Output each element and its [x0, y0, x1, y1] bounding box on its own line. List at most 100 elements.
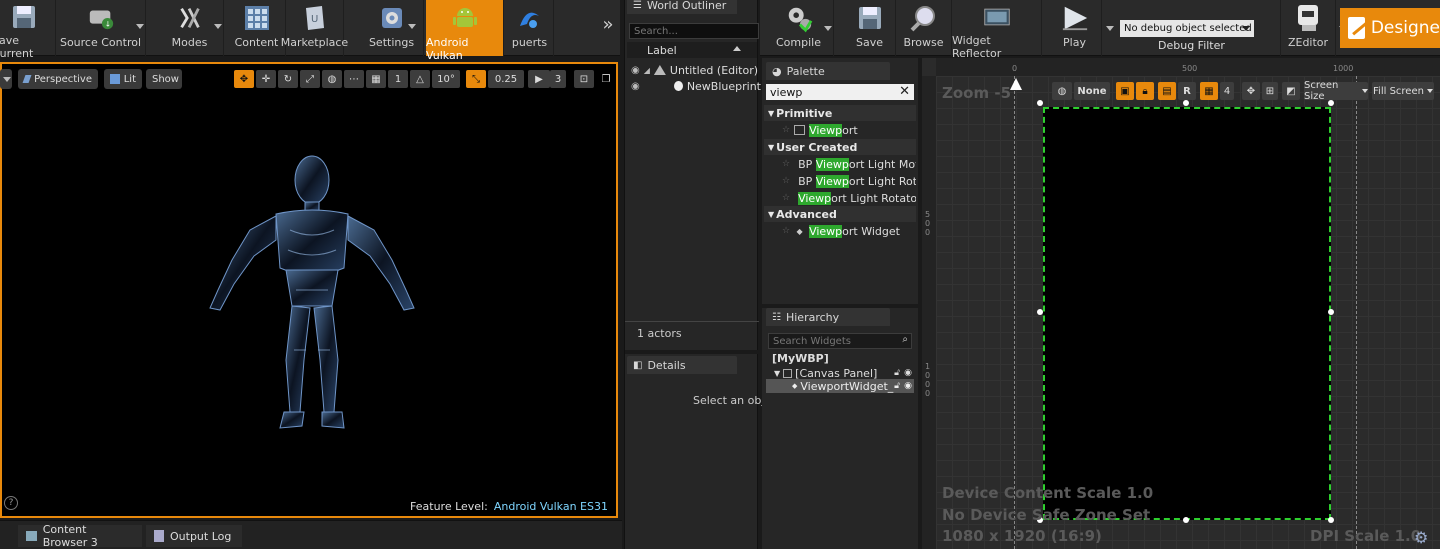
show-button[interactable]: Show — [146, 69, 182, 89]
help-icon[interactable]: ? — [4, 496, 18, 510]
layout-mode-icon[interactable]: ▤ — [1158, 82, 1176, 100]
clear-search-icon[interactable]: ✕ — [899, 84, 910, 99]
resize-handle[interactable] — [1037, 309, 1043, 315]
palette-item-viewport-light-rotator[interactable]: ☆ Viewport Light Rotator — [782, 190, 916, 206]
perspective-button[interactable]: Perspective — [18, 69, 98, 89]
hierarchy-root[interactable]: [MyWBP] — [772, 352, 829, 365]
lock-icon[interactable]: 🔓︎ — [894, 381, 900, 391]
rotation-snap-icon[interactable]: △ — [410, 70, 430, 88]
resize-handle[interactable] — [1183, 517, 1189, 523]
category-primitive[interactable]: ▼ Primitive — [764, 105, 916, 121]
respect-locks-button[interactable]: R — [1178, 82, 1196, 100]
viewport-widget-preview[interactable] — [1043, 107, 1331, 520]
scale-tool-icon[interactable]: ⤢ — [300, 70, 320, 88]
maximize-viewport-icon[interactable]: ⊡ — [574, 70, 594, 88]
palette-item-bp-viewport-light-move[interactable]: ☆ BP Viewport Light Move — [782, 156, 916, 172]
sort-ascending-icon[interactable] — [733, 46, 741, 51]
bp-save-button[interactable]: Save — [844, 0, 896, 56]
viewport-options-button[interactable] — [0, 69, 12, 89]
fit-to-screen-icon[interactable]: ✥ — [1242, 82, 1260, 100]
marketplace-button[interactable]: U Marketplace — [281, 0, 348, 56]
visibility-eye-icon[interactable]: ◉ — [904, 381, 912, 391]
dpi-settings-gear-icon[interactable]: ⚙ — [1414, 528, 1428, 547]
tab-palette[interactable]: ◕ Palette — [766, 62, 890, 80]
grid-snap-value[interactable]: 1 — [388, 70, 408, 88]
designer-mode-button[interactable]: Designe — [1340, 8, 1440, 48]
chevron-down-icon[interactable] — [408, 24, 416, 29]
hierarchy-row-canvas[interactable]: ▼ [Canvas Panel] 🔓︎ ◉ — [774, 366, 914, 380]
hierarchy-row-viewport-widget[interactable]: ◆ ViewportWidget_ 🔓︎ ◉ — [766, 379, 914, 393]
resize-handle[interactable] — [1328, 309, 1334, 315]
play-button[interactable]: Play — [1048, 0, 1114, 56]
palette-item-viewport[interactable]: ☆ Viewport — [782, 122, 916, 138]
translate-tool-icon[interactable]: ✥ — [234, 70, 254, 88]
restore-viewport-icon[interactable]: ❐ — [598, 70, 614, 88]
outliner-column-header[interactable]: Label — [627, 42, 757, 58]
designer-canvas[interactable]: 0 500 1000 500 1000 Zoom -5 ◍ None ▣ 🔒︎ … — [922, 58, 1440, 549]
content-button[interactable]: Content — [228, 0, 286, 56]
zeditor-button[interactable]: ZEditor — [1280, 0, 1347, 56]
anchor-none-button[interactable]: None — [1074, 82, 1110, 100]
fill-screen-dropdown[interactable]: Fill Screen — [1372, 82, 1434, 100]
outliner-row[interactable]: ◉ ◢ Untitled (Editor) — [631, 62, 761, 78]
widget-reflector-button[interactable]: Widget Reflector — [952, 0, 1042, 60]
lock-icon[interactable]: 🔒︎ — [1136, 82, 1154, 100]
expand-arrow-icon[interactable]: ◢ — [644, 66, 650, 75]
favorite-star-icon[interactable]: ☆ — [782, 193, 790, 203]
grid-snap-value[interactable]: 4 — [1220, 82, 1234, 100]
category-user-created[interactable]: ▼ User Created — [764, 139, 916, 155]
rotation-snap-value[interactable]: 10° — [432, 70, 460, 88]
category-advanced[interactable]: ▼ Advanced — [764, 206, 916, 222]
lock-icon[interactable]: 🔓︎ — [894, 368, 900, 378]
grid-snap-icon[interactable]: ▦ — [1200, 82, 1218, 100]
camera-speed-icon[interactable]: ▶ — [528, 70, 550, 88]
puerts-button[interactable]: puerts — [506, 0, 554, 56]
flip-direction-icon[interactable]: ◩ — [1282, 82, 1300, 100]
globe-icon[interactable]: ◍ — [1052, 82, 1072, 100]
browse-button[interactable]: Browse — [896, 0, 952, 56]
hierarchy-search-input[interactable]: Search Widgets ⌕ — [768, 333, 912, 349]
outliner-search-input[interactable]: Search... — [629, 23, 759, 39]
surface-snap-icon[interactable]: ⋯ — [344, 70, 364, 88]
transform-mode-icon[interactable]: ▣ — [1116, 82, 1134, 100]
source-control-button[interactable]: ↓ Source Control — [56, 0, 146, 56]
palette-item-viewport-widget[interactable]: ☆ ◆ Viewport Widget — [782, 223, 916, 239]
scale-snap-value[interactable]: 0.25 — [488, 70, 524, 88]
visibility-eye-icon[interactable]: ◉ — [631, 81, 640, 92]
visibility-eye-icon[interactable]: ◉ — [631, 65, 640, 76]
modes-button[interactable]: Modes — [156, 0, 224, 56]
chevron-down-icon[interactable] — [136, 24, 144, 29]
settings-button[interactable]: Settings — [360, 0, 424, 56]
level-viewport[interactable]: Perspective Lit Show ✥ ✛ ↻ ⤢ ◍ ⋯ ▦ 1 △ 1… — [0, 62, 618, 518]
chevron-down-icon[interactable] — [1106, 26, 1114, 31]
world-space-icon[interactable]: ◍ — [322, 70, 342, 88]
outline-toggle-icon[interactable]: ⊞ — [1262, 82, 1278, 100]
save-current-button[interactable]: Save Current — [0, 0, 56, 60]
resize-handle[interactable] — [1328, 517, 1334, 523]
palette-search-input[interactable]: viewp ✕ — [766, 84, 914, 100]
chevron-down-icon[interactable] — [824, 26, 832, 31]
android-vulkan-button[interactable]: Android Vulkan — [426, 0, 504, 62]
robot-character-mesh[interactable] — [192, 150, 432, 460]
resize-handle[interactable] — [1183, 100, 1189, 106]
lit-button[interactable]: Lit — [104, 69, 142, 89]
outliner-row[interactable]: ◉ NewBlueprint — [631, 78, 761, 94]
favorite-star-icon[interactable]: ☆ — [782, 226, 790, 236]
palette-item-bp-viewport-light-rota[interactable]: ☆ BP Viewport Light Rota — [782, 173, 916, 189]
compile-button[interactable]: Compile — [764, 0, 834, 56]
camera-speed-value[interactable]: 3 — [550, 70, 566, 88]
resize-handle[interactable] — [1037, 100, 1043, 106]
visibility-eye-icon[interactable]: ◉ — [904, 368, 912, 378]
rotate-tool-icon[interactable]: ↻ — [278, 70, 298, 88]
grid-snap-icon[interactable]: ▦ — [366, 70, 386, 88]
collapse-arrow-icon[interactable]: ▼ — [774, 369, 780, 378]
ruler-marker-icon[interactable] — [1010, 78, 1022, 90]
debug-object-select[interactable]: No debug object selected — [1120, 20, 1254, 37]
scale-snap-icon[interactable]: ⤡ — [466, 70, 486, 88]
screen-size-dropdown[interactable]: Screen Size — [1304, 80, 1368, 102]
tab-content-browser[interactable]: Content Browser 3 — [18, 523, 142, 549]
favorite-star-icon[interactable]: ☆ — [782, 176, 790, 186]
chevron-down-icon[interactable] — [214, 24, 222, 29]
move-tool-icon[interactable]: ✛ — [256, 70, 276, 88]
toolbar-overflow-button[interactable]: » — [596, 0, 620, 56]
